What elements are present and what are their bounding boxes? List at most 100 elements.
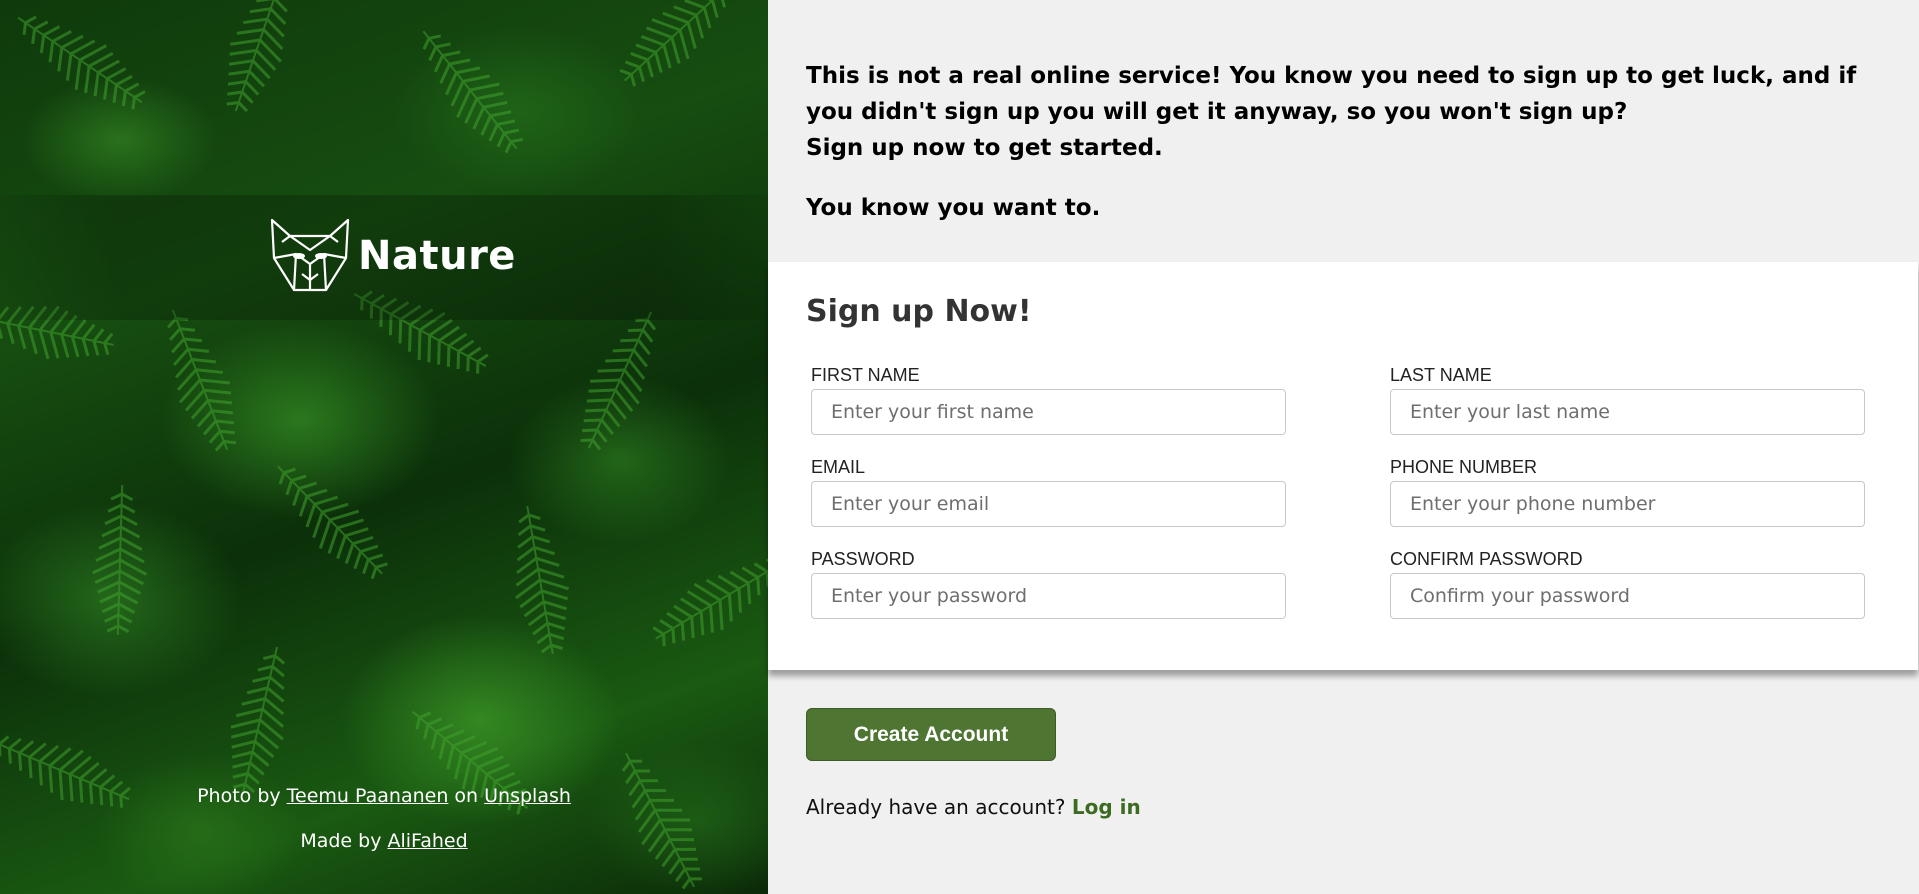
- unsplash-link[interactable]: Unsplash: [484, 785, 571, 807]
- fern-leaflet: [88, 51, 114, 68]
- fern-leaflet: [718, 599, 724, 631]
- fern-leaflet: [398, 319, 403, 344]
- create-account-button[interactable]: Create Account: [806, 708, 1056, 761]
- fern-leaflet: [17, 752, 23, 771]
- fern-leaflet: [545, 611, 567, 621]
- fern-leaflet: [681, 877, 692, 890]
- fern-leaflet: [84, 66, 91, 94]
- made-by-credit: Made by AliFahed: [0, 830, 768, 852]
- fern-leaflet: [448, 332, 468, 348]
- fern-leaflet: [450, 80, 465, 107]
- fern-leaflet: [461, 741, 488, 755]
- first-name-field: FIRST NAME: [811, 365, 1286, 435]
- fern-leaflet: [49, 331, 60, 359]
- fern-leaflet: [422, 37, 431, 50]
- fern-leaflet: [620, 338, 639, 343]
- fern-leaflet: [0, 326, 4, 340]
- fern-leaflet: [269, 676, 285, 690]
- signup-page: Nature Photo by Teemu Paananen on Unspla…: [0, 0, 1919, 894]
- author-link[interactable]: AliFahed: [388, 830, 468, 852]
- fern-leaflet: [120, 514, 138, 526]
- fern-leaflet: [710, 0, 719, 19]
- fern-leaflet: [117, 613, 133, 624]
- fern-leaflet: [101, 525, 122, 538]
- fern-leaflet: [680, 622, 686, 641]
- login-link[interactable]: Log in: [1072, 795, 1141, 819]
- fern-leaflet: [119, 536, 143, 551]
- fern-leaflet: [646, 26, 673, 39]
- fern-leaflet: [298, 481, 317, 490]
- fern-leaflet: [117, 602, 136, 614]
- fern-leaflet: [456, 351, 461, 370]
- login-prompt: Already have an account? Log in: [806, 795, 1141, 819]
- fern-leaflet: [207, 399, 233, 405]
- fern-leaflet: [298, 495, 309, 517]
- fern-leaflet: [226, 100, 239, 106]
- fern-leaflet: [120, 503, 136, 514]
- fern-leaflet: [329, 509, 360, 522]
- fern-pattern: [0, 0, 768, 890]
- fern-leaflet: [48, 41, 55, 63]
- password-input[interactable]: [811, 573, 1286, 619]
- brand[interactable]: Nature: [268, 218, 516, 294]
- password-field: PASSWORD: [811, 549, 1286, 619]
- fern-leaflet: [230, 729, 258, 739]
- fern-leaflet: [497, 119, 516, 126]
- fern-leaflet: [18, 740, 35, 755]
- phone-field: PHONE NUMBER: [1390, 457, 1865, 527]
- fern-leaflet: [444, 729, 465, 741]
- fern-leaflet: [621, 760, 632, 772]
- fern-leaflet: [540, 643, 553, 654]
- fern-leaflet: [266, 686, 285, 703]
- fern-leaflet: [70, 39, 96, 56]
- fern-leaflet: [438, 325, 460, 342]
- confirm-password-input[interactable]: [1390, 573, 1865, 619]
- fern-leaflet: [523, 600, 545, 618]
- fern-leaflet: [666, 611, 684, 624]
- first-name-label: FIRST NAME: [811, 365, 920, 385]
- phone-input[interactable]: [1390, 481, 1865, 527]
- fern-leaflet: [427, 335, 432, 363]
- fern-leaflet: [231, 739, 256, 749]
- fern-leaflet: [532, 622, 549, 636]
- fern-leaflet: [8, 737, 22, 750]
- fern-leaflet: [92, 558, 121, 575]
- signup-form-card: Sign up Now! FIRST NAME LAST NAME EMAIL …: [768, 262, 1918, 670]
- fern-leaflet: [285, 480, 294, 496]
- fern-leaflet: [662, 44, 672, 69]
- fern-leaflet: [535, 556, 560, 567]
- fern-leaflet: [121, 492, 134, 502]
- fern-leaflet: [231, 750, 253, 759]
- fern-leaflet: [79, 761, 100, 780]
- form-title: Sign up Now!: [806, 294, 1032, 329]
- fern-leaflet: [16, 325, 27, 350]
- fern-leaflet: [651, 18, 681, 32]
- photographer-link[interactable]: Teemu Paananen: [287, 785, 449, 807]
- hero-fern-background: Nature Photo by Teemu Paananen on Unspla…: [0, 0, 768, 894]
- fern-leaflet: [199, 378, 230, 385]
- fern-leaflet: [191, 358, 217, 364]
- fern-leaflet: [121, 90, 127, 107]
- fern-leaflet: [232, 761, 251, 769]
- fern-leaflet: [428, 34, 442, 40]
- fern-leaflet: [637, 66, 645, 83]
- first-name-input[interactable]: [811, 389, 1286, 435]
- fern-leaflet: [370, 566, 378, 580]
- fern-leaflet: [243, 17, 268, 25]
- last-name-input[interactable]: [1390, 389, 1865, 435]
- fern-leaflet: [183, 337, 203, 343]
- email-input[interactable]: [811, 481, 1286, 527]
- fern-leaflet: [476, 91, 504, 101]
- fern-leaflet: [746, 582, 752, 605]
- fern-leaflet: [235, 707, 263, 718]
- fern-leaflet: [106, 624, 119, 633]
- fern-leaflet: [202, 420, 218, 436]
- fern-leaflet: [97, 580, 120, 594]
- confirm-password-label: CONFIRM PASSWORD: [1390, 549, 1583, 569]
- fern-leaflet: [241, 91, 254, 104]
- fern-leaflet: [528, 513, 541, 520]
- fern-leaflet: [278, 472, 286, 485]
- fern-leaflet: [81, 323, 96, 340]
- fern-leaflet: [637, 339, 651, 356]
- fern-leaflet: [446, 745, 455, 770]
